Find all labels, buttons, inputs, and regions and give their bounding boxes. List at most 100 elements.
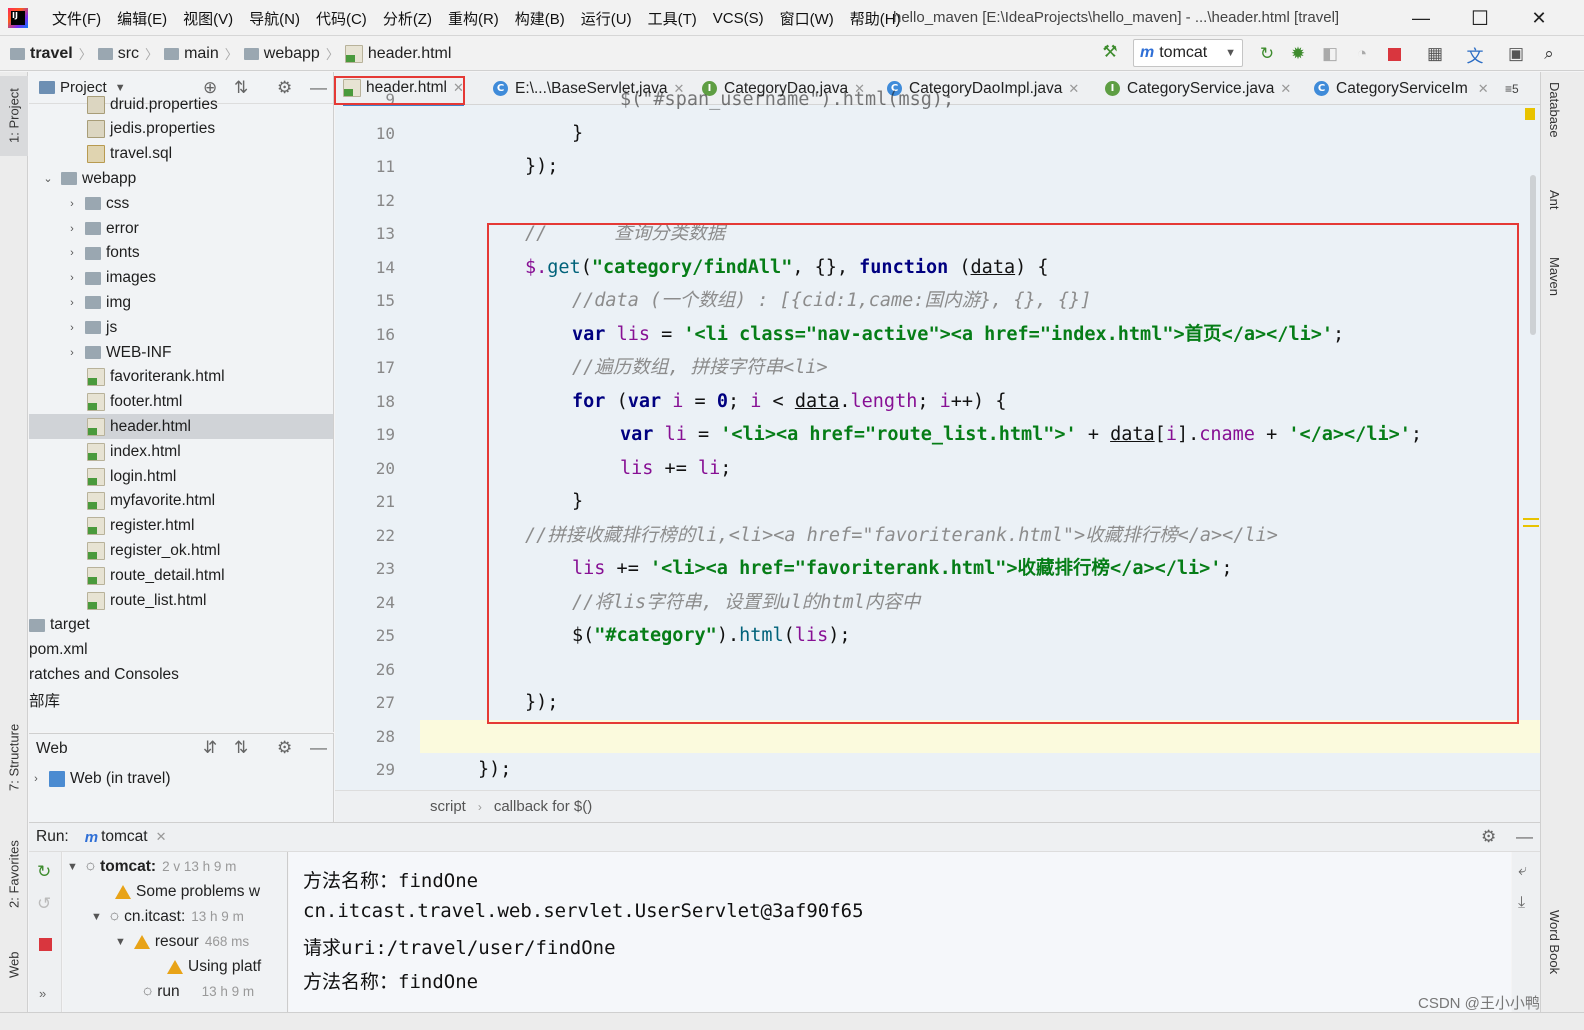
chevron-right-icon[interactable]: ›: [65, 223, 79, 235]
tab-categoryserviceimpl[interactable]: C CategoryServiceIm ✕: [1314, 72, 1489, 105]
ant-tool-tab[interactable]: Ant: [1547, 190, 1562, 210]
tree-item[interactable]: ratches and Consoles: [29, 662, 333, 687]
tree-item[interactable]: myfavorite.html: [29, 489, 333, 514]
run-tree-item[interactable]: ▼ ◌ cn.itcast: 13 h 9 m: [91, 904, 244, 929]
close-tab-icon[interactable]: ✕: [1068, 81, 1079, 97]
menu-run[interactable]: 运行(U): [573, 8, 640, 29]
tree-item[interactable]: login.html: [29, 464, 333, 489]
favorites-tool-tab[interactable]: 2: Favorites: [0, 827, 28, 922]
menu-build[interactable]: 构建(B): [507, 8, 573, 29]
close-tab-icon[interactable]: ✕: [1478, 81, 1489, 97]
window-icon[interactable]: ▣: [1504, 42, 1528, 66]
breadcrumb-item[interactable]: src: [118, 45, 139, 63]
run-tab-tomcat[interactable]: tomcat: [101, 828, 148, 846]
tree-item[interactable]: › Web (in travel): [29, 766, 334, 791]
editor-scrollbar[interactable]: [1530, 175, 1536, 335]
tree-item[interactable]: › fonts: [29, 241, 333, 266]
build-hammer-icon[interactable]: ⚒: [1098, 40, 1122, 64]
rerun-icon[interactable]: ↻: [1255, 42, 1279, 66]
tree-item[interactable]: jedis.properties: [29, 117, 333, 142]
expand-all-icon[interactable]: ⇵: [203, 738, 217, 758]
breadcrumb-item[interactable]: script: [430, 798, 466, 815]
soft-wrap-icon[interactable]: ⤶: [1518, 862, 1527, 880]
tree-item[interactable]: travel.sql: [29, 142, 333, 167]
warning-marker[interactable]: [1525, 108, 1535, 120]
menu-tools[interactable]: 工具(T): [640, 8, 705, 29]
run-configuration-select[interactable]: m tomcat ▼: [1133, 39, 1243, 67]
update-icon[interactable]: ↺: [37, 894, 51, 914]
rerun-icon[interactable]: ↻: [37, 862, 51, 882]
breadcrumb-item[interactable]: webapp: [264, 45, 320, 63]
menu-navigate[interactable]: 导航(N): [241, 8, 308, 29]
tree-item[interactable]: › images: [29, 266, 333, 291]
tree-item[interactable]: pom.xml: [29, 638, 333, 663]
tree-item[interactable]: route_detail.html: [29, 563, 333, 588]
stop-icon[interactable]: [39, 938, 52, 951]
tree-item[interactable]: › img: [29, 290, 333, 315]
tree-item[interactable]: ⌄ webapp: [29, 166, 333, 191]
run-tree-item[interactable]: Using platf: [167, 954, 261, 979]
close-window-button[interactable]: ✕: [1516, 0, 1562, 36]
tree-item[interactable]: register_ok.html: [29, 538, 333, 563]
debug-bug-icon[interactable]: ✹: [1286, 42, 1310, 66]
chevron-right-icon[interactable]: ›: [65, 347, 79, 359]
menu-code[interactable]: 代码(C): [308, 8, 375, 29]
more-icon[interactable]: »: [39, 986, 46, 1001]
tree-item[interactable]: favoriterank.html: [29, 365, 333, 390]
chevron-right-icon[interactable]: ›: [65, 297, 79, 309]
tab-categoryservice[interactable]: I CategoryService.java ✕: [1105, 72, 1291, 105]
tree-item[interactable]: › error: [29, 216, 333, 241]
tree-item[interactable]: register.html: [29, 514, 333, 539]
maven-tool-tab[interactable]: Maven: [1547, 257, 1562, 296]
project-structure-icon[interactable]: ▦: [1423, 42, 1447, 66]
tree-item[interactable]: › WEB-INF: [29, 340, 333, 365]
maximize-button[interactable]: ☐: [1457, 0, 1503, 36]
tree-item[interactable]: header.html: [29, 414, 333, 440]
stop-icon[interactable]: [1382, 42, 1406, 66]
scroll-to-end-icon[interactable]: ⤓: [1518, 894, 1525, 912]
hide-panel-icon[interactable]: —: [310, 738, 327, 758]
collapse-all-icon[interactable]: ⇅: [234, 738, 248, 758]
chevron-right-icon[interactable]: ›: [65, 198, 79, 210]
menu-vcs[interactable]: VCS(S): [705, 10, 772, 27]
menu-file[interactable]: 文件(F): [44, 8, 109, 29]
breadcrumb-item[interactable]: header.html: [368, 45, 452, 63]
search-icon[interactable]: ⌕: [1537, 42, 1561, 66]
tree-item[interactable]: footer.html: [29, 390, 333, 415]
gear-icon[interactable]: ⚙: [277, 738, 292, 758]
run-tree-item[interactable]: ◌ run 13 h 9 m: [143, 979, 254, 1004]
coverage-icon[interactable]: ◧: [1318, 42, 1342, 66]
menu-window[interactable]: 窗口(W): [772, 8, 842, 29]
chevron-right-icon[interactable]: ›: [65, 247, 79, 259]
error-stripe-marker[interactable]: [1523, 525, 1539, 527]
tree-item[interactable]: druid.properties: [29, 92, 333, 117]
chevron-right-icon[interactable]: ›: [65, 322, 79, 334]
close-tab-icon[interactable]: ✕: [156, 829, 167, 845]
tree-item[interactable]: index.html: [29, 439, 333, 464]
tree-item[interactable]: › css: [29, 191, 333, 216]
database-tool-tab[interactable]: Database: [1547, 82, 1562, 138]
chevron-down-icon[interactable]: ⌄: [41, 172, 55, 185]
profile-icon[interactable]: ◔: [1350, 42, 1374, 66]
menu-analyze[interactable]: 分析(Z): [375, 8, 440, 29]
breadcrumb-item[interactable]: callback for $(): [494, 798, 592, 815]
tree-item[interactable]: target: [29, 613, 333, 638]
structure-tool-tab[interactable]: 7: Structure: [0, 707, 28, 807]
run-tree-item[interactable]: Some problems w: [115, 879, 260, 904]
web-tool-tab[interactable]: Web: [0, 940, 28, 990]
hide-panel-icon[interactable]: —: [1516, 827, 1533, 847]
wordbook-tool-tab[interactable]: Word Book: [1547, 910, 1562, 974]
run-tree-item[interactable]: ▼ ◌ tomcat: 2 v 13 h 9 m: [67, 854, 236, 879]
gear-icon[interactable]: ⚙: [1481, 827, 1496, 847]
tab-overflow-button[interactable]: ≡5: [1505, 72, 1519, 105]
chevron-right-icon[interactable]: ›: [65, 272, 79, 284]
console-output[interactable]: 方法名称：findOne cn.itcast.travel.web.servle…: [289, 852, 1511, 1012]
close-tab-icon[interactable]: ✕: [1280, 81, 1291, 97]
translate-icon[interactable]: 文: [1463, 42, 1487, 66]
menu-refactor[interactable]: 重构(R): [440, 8, 507, 29]
breadcrumb-item[interactable]: main: [184, 45, 219, 63]
menu-edit[interactable]: 编辑(E): [109, 8, 175, 29]
tree-item[interactable]: › js: [29, 315, 333, 340]
menu-view[interactable]: 视图(V): [175, 8, 241, 29]
minimize-button[interactable]: —: [1398, 0, 1444, 36]
